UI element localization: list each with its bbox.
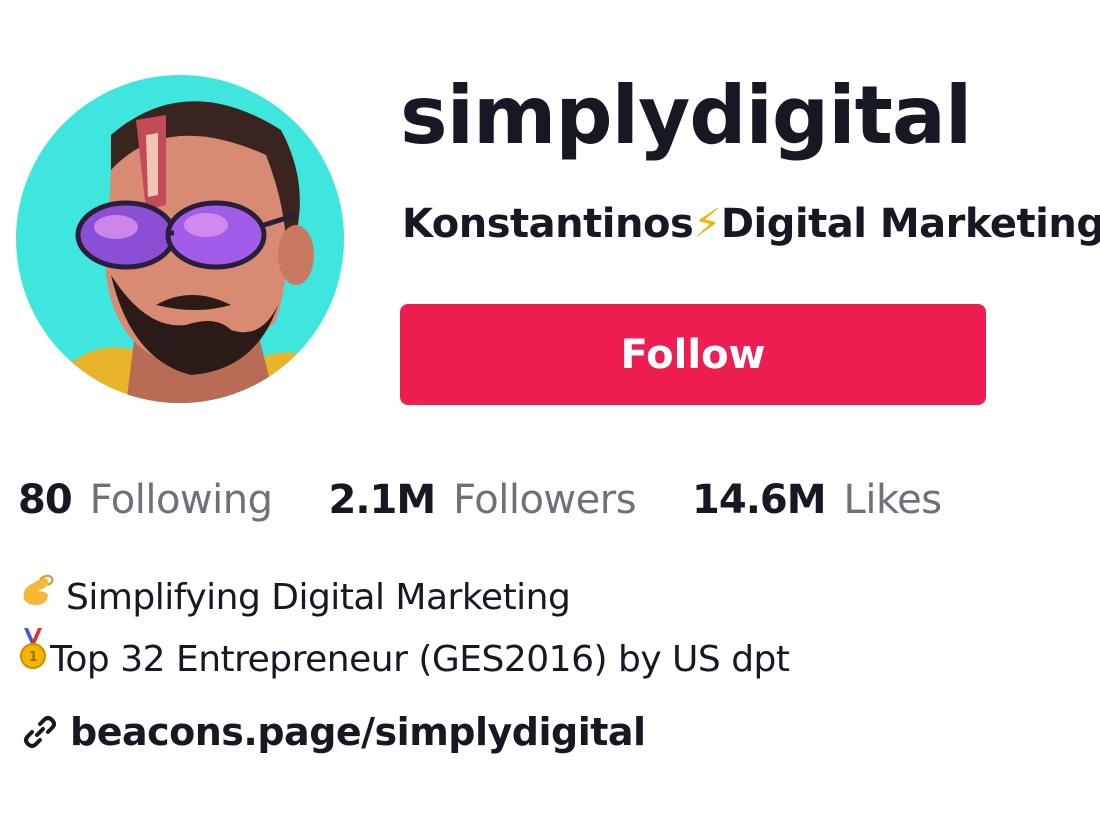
display-name: Konstantinos⚡Digital Marketing bbox=[402, 196, 1100, 252]
display-name-first: Konstantinos bbox=[402, 201, 694, 247]
followers-count: 2.1M bbox=[328, 477, 437, 523]
stat-likes: 14.6M Likes bbox=[692, 472, 942, 528]
stat-following[interactable]: 80 Following bbox=[18, 472, 273, 528]
bio-line-2: Top 32 Entrepreneur (GES2016) by US dpt bbox=[50, 638, 790, 680]
avatar[interactable] bbox=[16, 75, 344, 403]
stat-followers[interactable]: 2.1M Followers bbox=[329, 472, 637, 528]
pinching-hand-icon bbox=[18, 568, 58, 628]
followers-label: Followers bbox=[453, 477, 637, 523]
likes-count: 14.6M bbox=[692, 477, 826, 523]
bio: Simplifying Digital Marketing 1 Top 32 E… bbox=[18, 568, 790, 691]
stats-row: 80 Following 2.1M Followers 14.6M Likes bbox=[18, 472, 998, 528]
avatar-illustration bbox=[16, 75, 344, 403]
bio-line: Simplifying Digital Marketing bbox=[18, 568, 790, 628]
follow-button[interactable]: Follow bbox=[400, 304, 986, 405]
username: simplydigital bbox=[400, 69, 972, 162]
profile-link-text[interactable]: beacons.page/simplydigital bbox=[70, 710, 646, 754]
link-icon bbox=[22, 714, 58, 750]
display-name-second: Digital Marketing bbox=[720, 201, 1100, 247]
svg-text:1: 1 bbox=[29, 650, 38, 665]
bio-line-1: Simplifying Digital Marketing bbox=[66, 577, 571, 618]
medal-icon: 1 bbox=[18, 628, 48, 691]
bio-line: 1 Top 32 Entrepreneur (GES2016) by US dp… bbox=[18, 628, 790, 691]
likes-label: Likes bbox=[843, 477, 943, 523]
lightning-bolt-icon: ⚡ bbox=[693, 201, 721, 247]
following-count: 80 bbox=[18, 477, 73, 523]
following-label: Following bbox=[89, 477, 273, 523]
profile-link[interactable]: beacons.page/simplydigital bbox=[22, 710, 646, 754]
